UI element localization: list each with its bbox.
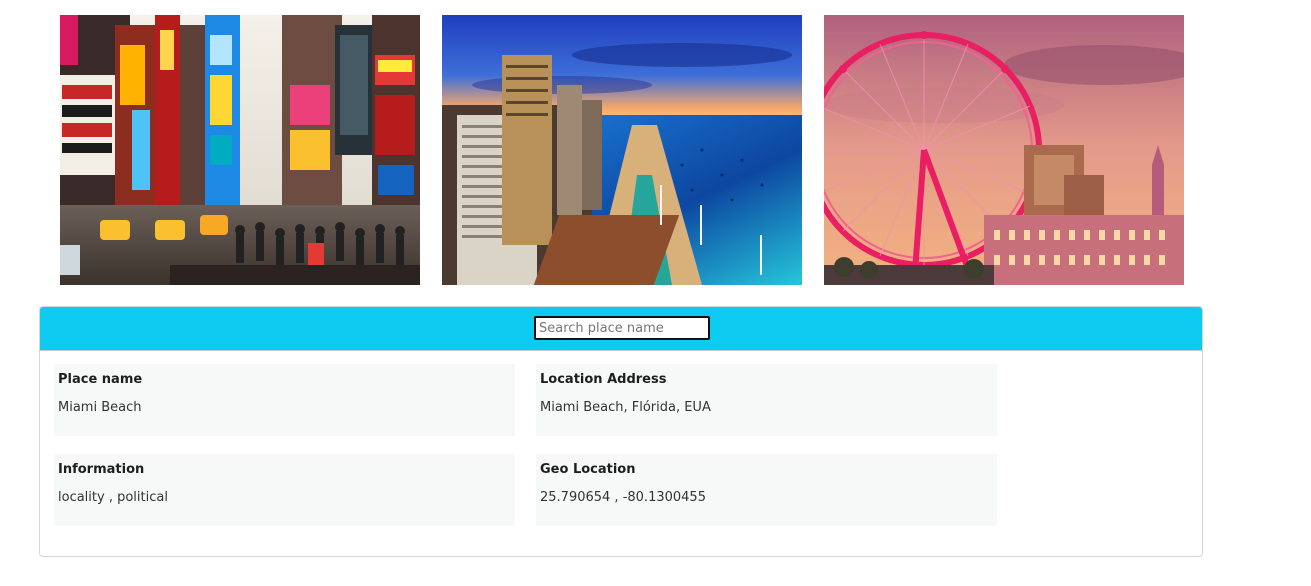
information-label: Information	[58, 462, 145, 477]
search-header	[40, 307, 1202, 351]
geo-location-box: Geo Location 25.790654 , -80.1300455	[536, 454, 997, 526]
coastal-city-photo	[442, 15, 802, 285]
search-input[interactable]	[534, 316, 710, 340]
location-address-value: Miami Beach, Flórida, EUA	[540, 400, 711, 415]
place-name-box: Place name Miami Beach	[54, 364, 515, 436]
location-address-box: Location Address Miami Beach, Flórida, E…	[536, 364, 997, 436]
information-box: Information locality , political	[54, 454, 515, 526]
place-name-label: Place name	[58, 372, 143, 387]
information-value: locality , political	[58, 490, 168, 505]
geo-location-value: 25.790654 , -80.1300455	[540, 490, 706, 505]
times-square-photo	[60, 15, 420, 285]
place-name-value: Miami Beach	[58, 400, 142, 415]
london-eye-photo	[824, 15, 1184, 285]
location-address-label: Location Address	[540, 372, 667, 387]
geo-location-label: Geo Location	[540, 462, 636, 477]
place-search-card: Place name Miami Beach Location Address …	[39, 306, 1203, 557]
